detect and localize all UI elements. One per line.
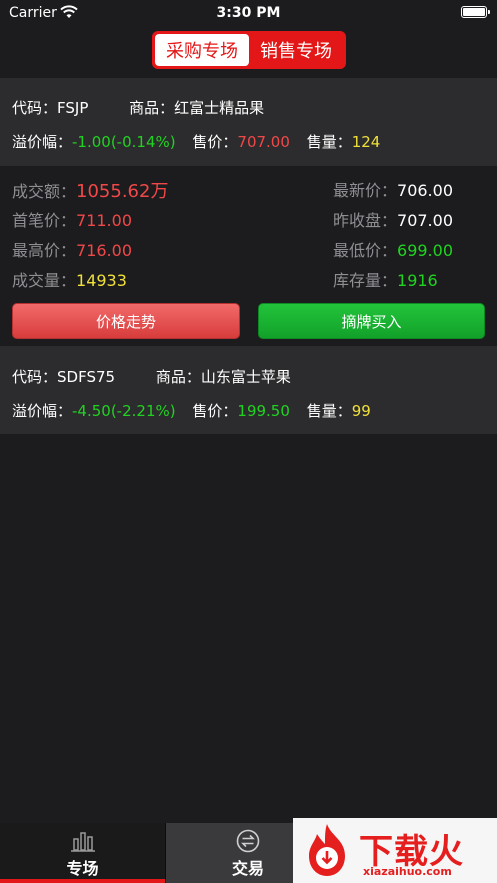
- stock-label: 库存量：: [333, 271, 398, 290]
- premium-value: -4.50(-2.21%): [72, 402, 176, 420]
- prev-close-label: 昨收盘：: [333, 211, 398, 230]
- delist-buy-button[interactable]: 摘牌买入: [258, 303, 485, 339]
- detail-row-3: 最高价：716.00 最低价：699.00: [12, 237, 486, 261]
- deal-volume-value: 14933: [76, 271, 127, 290]
- market-segment-control: 采购专场 销售专场: [152, 31, 346, 69]
- price-value: 707.00: [237, 133, 290, 151]
- first-price-value: 711.00: [76, 211, 132, 230]
- product-name: 红富士精品果: [174, 99, 265, 117]
- deal-volume-label: 成交量：: [12, 271, 77, 290]
- product-code: SDFS75: [57, 368, 116, 386]
- low-price-label: 最低价：: [333, 241, 398, 260]
- name-label: 商品：: [155, 368, 201, 386]
- product-price-row: 溢价幅：-1.00(-0.14%) 售价：707.00 售量：124: [12, 131, 380, 152]
- exchange-icon: [236, 829, 260, 853]
- prev-close-value: 707.00: [397, 211, 453, 230]
- price-label: 售价：: [192, 402, 238, 420]
- price-label: 售价：: [192, 133, 238, 151]
- volume-value: 124: [351, 133, 381, 151]
- product-code: FSJP: [57, 99, 89, 117]
- status-bar: Carrier 3:30 PM: [0, 0, 497, 26]
- bar-chart-icon: [70, 832, 95, 852]
- detail-row-1: 成交额：1055.62万 最新价：706.00: [12, 177, 486, 202]
- high-price-value: 716.00: [76, 241, 132, 260]
- tab-purchase-market[interactable]: 采购专场: [155, 34, 249, 66]
- clock: 3:30 PM: [216, 5, 281, 21]
- high-price-label: 最高价：: [12, 241, 77, 260]
- product-header-row: 代码：SDFS75 商品：山东富士苹果: [12, 366, 291, 387]
- turnover-value: 1055.62万: [76, 181, 169, 202]
- price-trend-button[interactable]: 价格走势: [12, 303, 240, 339]
- code-label: 代码：: [12, 99, 58, 117]
- latest-price-value: 706.00: [397, 181, 453, 200]
- premium-label: 溢价幅：: [12, 402, 73, 420]
- detail-row-4: 成交量：14933 库存量：1916: [12, 267, 486, 291]
- volume-label: 售量：: [306, 402, 352, 420]
- product-card-1[interactable]: 代码：FSJP 商品：红富士精品果 溢价幅：-1.00(-0.14%) 售价：7…: [0, 78, 497, 166]
- detail-row-2: 首笔价：711.00 昨收盘：707.00: [12, 207, 486, 231]
- battery-icon: [461, 6, 490, 18]
- premium-value: -1.00(-0.14%): [72, 133, 176, 151]
- tab-market-label: 专场: [66, 859, 99, 878]
- first-price-label: 首笔价：: [12, 211, 77, 230]
- code-label: 代码：: [12, 368, 58, 386]
- name-label: 商品：: [129, 99, 175, 117]
- tab-sales-market[interactable]: 销售专场: [249, 34, 343, 66]
- watermark-url: xiazaihuo.com: [363, 865, 452, 878]
- product-card-2[interactable]: 代码：SDFS75 商品：山东富士苹果 溢价幅：-4.50(-2.21%) 售价…: [0, 346, 497, 434]
- latest-price-label: 最新价：: [333, 181, 398, 200]
- turnover-label: 成交额：: [12, 182, 77, 201]
- product-header-row: 代码：FSJP 商品：红富士精品果: [12, 97, 264, 118]
- volume-value: 99: [351, 402, 371, 420]
- product-price-row: 溢价幅：-4.50(-2.21%) 售价：199.50 售量：99: [12, 400, 371, 421]
- flame-logo-icon: [309, 824, 345, 876]
- product-name: 山东富士苹果: [200, 368, 291, 386]
- watermark: 下载火 xiazaihuo.com: [293, 818, 497, 883]
- tab-market[interactable]: 专场: [0, 823, 165, 883]
- product-detail-panel: 成交额：1055.62万 最新价：706.00 首笔价：711.00 昨收盘：7…: [0, 168, 497, 346]
- volume-label: 售量：: [306, 133, 352, 151]
- premium-label: 溢价幅：: [12, 133, 73, 151]
- low-price-value: 699.00: [397, 241, 453, 260]
- price-value: 199.50: [237, 402, 290, 420]
- stock-value: 1916: [397, 271, 438, 290]
